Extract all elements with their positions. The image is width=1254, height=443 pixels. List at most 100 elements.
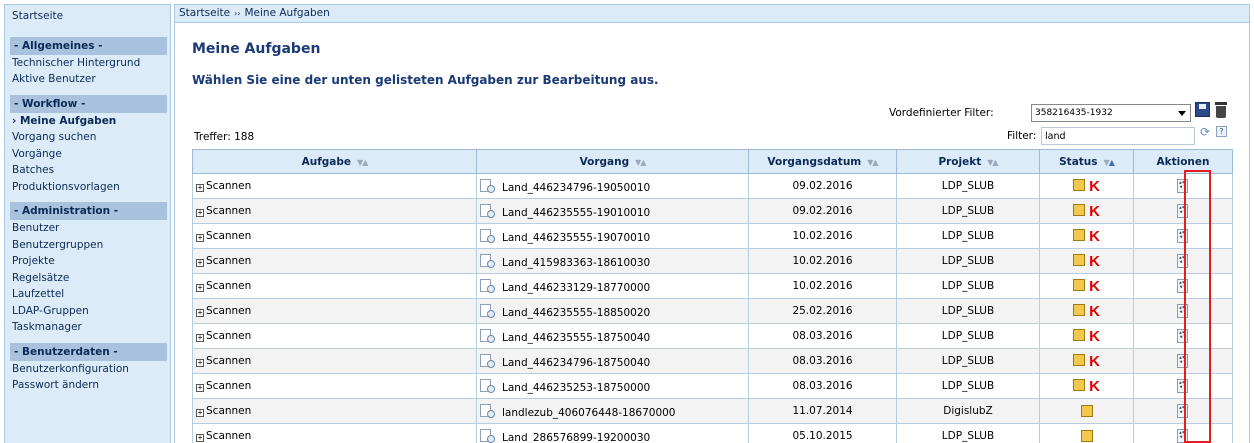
table-row[interactable]: + Scannen landlezub_406076448-18670000 11.0… [192,398,1233,424]
gear-document-icon[interactable] [1176,279,1190,293]
plus-box-icon[interactable]: + [196,284,204,292]
plus-box-icon[interactable]: + [196,259,204,267]
sidebar-item[interactable]: Vorgang suchen [5,129,170,146]
process-cell[interactable]: landlezub_406076448-18670000 [476,398,749,424]
process-cell[interactable]: Land_446235555-18850020 [476,298,749,324]
process-cell[interactable]: Land_446234796-19050010 [476,173,749,199]
document-magnifier-icon[interactable] [480,328,496,344]
task-cell[interactable]: + Scannen [192,223,477,249]
document-magnifier-icon[interactable] [480,378,496,394]
document-magnifier-icon[interactable] [480,428,496,443]
document-magnifier-icon[interactable] [480,178,496,194]
document-magnifier-icon[interactable] [480,278,496,294]
process-cell[interactable]: Land_446234796-18750040 [476,348,749,374]
task-cell[interactable]: + Scannen [192,398,477,424]
plus-box-icon[interactable]: + [196,359,204,367]
table-row[interactable]: + Scannen Land_446235253-18750000 08.03.201… [192,373,1233,399]
sidebar-item[interactable]: Projekte [5,253,170,270]
document-magnifier-icon[interactable] [480,203,496,219]
sidebar-item[interactable]: Laufzettel [5,286,170,303]
task-cell[interactable]: + Scannen [192,348,477,374]
help-icon[interactable]: ? [1216,126,1227,137]
sidebar-item[interactable]: Passwort ändern [5,377,170,394]
sidebar-item[interactable]: Regelsätze [5,270,170,287]
status-flag: K [1089,202,1100,220]
document-magnifier-icon[interactable] [480,403,496,419]
table-row[interactable]: + Scannen Land_446234796-18750040 08.03.201… [192,348,1233,374]
sidebar-item[interactable]: › Meine Aufgaben [5,113,170,130]
column-header-status[interactable]: Status ▼▲ [1039,149,1134,174]
sidebar-item[interactable]: Benutzerkonfiguration [5,361,170,378]
gear-document-icon[interactable] [1176,429,1190,443]
document-magnifier-icon[interactable] [480,353,496,369]
sidebar-item[interactable]: Aktive Benutzer [5,71,170,88]
sidebar-item[interactable]: LDAP-Gruppen [5,303,170,320]
column-header-process[interactable]: Vorgang ▼▲ [476,149,749,174]
sidebar-item[interactable]: Produktionsvorlagen [5,179,170,196]
document-magnifier-icon[interactable] [480,228,496,244]
plus-box-icon[interactable]: + [196,384,204,392]
plus-box-icon[interactable]: + [196,184,204,192]
table-row[interactable]: + Scannen Land_446235555-18850020 25.02.201… [192,298,1233,324]
table-row[interactable]: + Scannen Land_446233129-18770000 10.02.201… [192,273,1233,299]
document-magnifier-icon[interactable] [480,253,496,269]
process-name: Land_446235555-18750040 [502,331,651,344]
task-cell[interactable]: + Scannen [192,273,477,299]
plus-box-icon[interactable]: + [196,209,204,217]
task-cell[interactable]: + Scannen [192,198,477,224]
process-cell[interactable]: Land_415983363-18610030 [476,248,749,274]
plus-box-icon[interactable]: + [196,309,204,317]
date-cell: 08.03.2016 [748,323,897,349]
filter-input[interactable] [1041,127,1195,145]
process-cell[interactable]: Land_446235555-19070010 [476,223,749,249]
sidebar-item[interactable]: Taskmanager [5,319,170,336]
task-cell[interactable]: + Scannen [192,173,477,199]
table-row[interactable]: + Scannen Land_446234796-19050010 09.02.201… [192,173,1233,199]
process-cell[interactable]: Land_446235555-19010010 [476,198,749,224]
table-row[interactable]: + Scannen Land_446235555-19070010 10.02.201… [192,223,1233,249]
task-cell[interactable]: + Scannen [192,373,477,399]
column-header-date[interactable]: Vorgangsdatum ▼▲ [748,149,897,174]
plus-box-icon[interactable]: + [196,334,204,342]
table-row[interactable]: + Scannen Land_415983363-18610030 10.02.201… [192,248,1233,274]
floppy-disk-icon[interactable] [1195,102,1210,117]
sidebar-item[interactable]: Vorgänge [5,146,170,163]
gear-document-icon[interactable] [1176,204,1190,218]
task-cell[interactable]: + Scannen [192,298,477,324]
process-cell[interactable]: Land_446233129-18770000 [476,273,749,299]
process-cell[interactable]: Land_446235253-18750000 [476,373,749,399]
gear-document-icon[interactable] [1176,354,1190,368]
task-cell[interactable]: + Scannen [192,248,477,274]
sidebar-item[interactable]: Technischer Hintergrund [5,55,170,72]
gear-document-icon[interactable] [1176,329,1190,343]
refresh-icon[interactable]: ⟳ [1200,126,1212,138]
gear-document-icon[interactable] [1176,229,1190,243]
table-row[interactable]: + Scannen Land_446235555-18750040 08.03.201… [192,323,1233,349]
process-cell[interactable]: Land_446235555-18750040 [476,323,749,349]
task-cell[interactable]: + Scannen [192,423,477,443]
gear-document-icon[interactable] [1176,179,1190,193]
column-header-project[interactable]: Projekt ▼▲ [896,149,1040,174]
plus-box-icon[interactable]: + [196,409,204,417]
sidebar-item[interactable]: Batches [5,162,170,179]
project-cell: LDP_SLUB [896,298,1040,324]
column-header-task[interactable]: Aufgabe ▼▲ [192,149,477,174]
plus-box-icon[interactable]: + [196,434,204,442]
breadcrumb-home[interactable]: Startseite [179,7,230,19]
sidebar-item[interactable]: Benutzer [5,220,170,237]
table-row[interactable]: + Scannen Land_446235555-19010010 09.02.201… [192,198,1233,224]
table-row[interactable]: + Scannen Land_286576899-19200030 05.10.201… [192,423,1233,443]
trash-icon[interactable] [1215,102,1227,118]
plus-box-icon[interactable]: + [196,234,204,242]
preset-filter-select[interactable]: 358216435-1932 [1031,104,1191,122]
process-cell[interactable]: Land_286576899-19200030 [476,423,749,443]
gear-document-icon[interactable] [1176,254,1190,268]
gear-document-icon[interactable] [1176,304,1190,318]
sidebar-item[interactable]: Benutzergruppen [5,237,170,254]
gear-document-icon[interactable] [1176,404,1190,418]
sidebar-item-startseite[interactable]: Startseite [5,8,170,25]
document-magnifier-icon[interactable] [480,303,496,319]
task-cell[interactable]: + Scannen [192,323,477,349]
gear-document-icon[interactable] [1176,379,1190,393]
